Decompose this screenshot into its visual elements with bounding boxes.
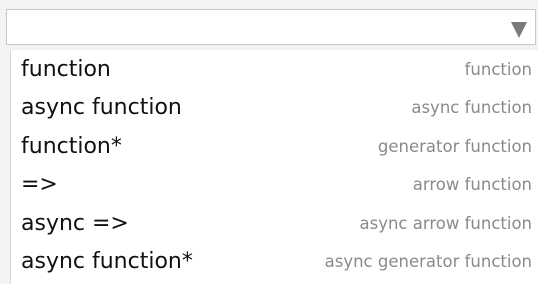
options-list: function function async function async f… (10, 50, 538, 284)
option-label: => (21, 172, 58, 198)
option-label: function* (21, 133, 122, 159)
option-kind: async arrow function (359, 213, 532, 233)
function-type-dropdown[interactable] (6, 9, 536, 45)
option-kind: function (464, 59, 532, 79)
option-label: async function (21, 95, 182, 121)
option-label: function (21, 56, 111, 82)
option-kind: arrow function (412, 175, 532, 195)
list-item[interactable]: function* generator function (11, 127, 538, 166)
list-item[interactable]: async => async arrow function (11, 204, 538, 243)
list-item[interactable]: function function (11, 50, 538, 89)
triangle-down-icon[interactable] (511, 22, 527, 38)
option-label: async function* (21, 249, 193, 275)
option-kind: async function (411, 98, 532, 118)
list-item[interactable]: => arrow function (11, 166, 538, 205)
page: function function async function async f… (0, 0, 538, 284)
list-item[interactable]: async function* async generator function (11, 243, 538, 282)
option-kind: async generator function (324, 252, 532, 272)
option-kind: generator function (377, 136, 532, 156)
option-label: async => (21, 210, 129, 236)
list-item[interactable]: async function async function (11, 89, 538, 128)
